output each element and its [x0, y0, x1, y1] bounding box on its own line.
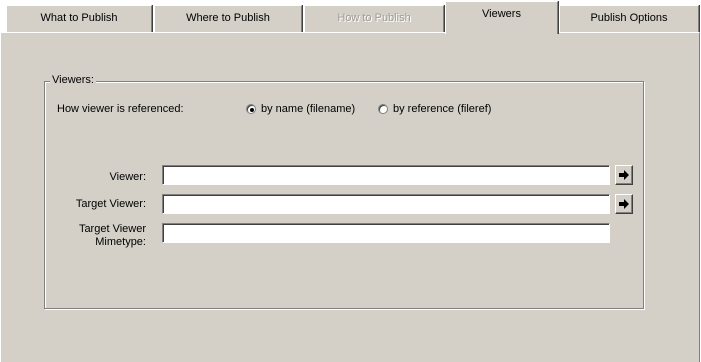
target-viewer-mimetype-label: Target Viewer Mimetype:	[45, 223, 146, 249]
radio-by-reference[interactable]: by reference (fileref)	[378, 103, 491, 115]
mimetype-label-line1: Target Viewer	[78, 223, 146, 235]
radio-by-name-indicator[interactable]	[246, 104, 256, 114]
right-arrow-icon	[619, 170, 629, 180]
target-viewer-mimetype-field[interactable]	[162, 223, 610, 243]
mimetype-label-line2: Mimetype:	[95, 236, 146, 248]
radio-by-reference-label: by reference (fileref)	[393, 103, 492, 115]
viewer-label: Viewer:	[109, 171, 146, 183]
tab-viewers[interactable]: Viewers	[445, 1, 558, 34]
radio-by-name[interactable]: by name (filename)	[246, 103, 355, 115]
viewers-group-title: Viewers:	[50, 74, 96, 86]
target-viewer-label: Target Viewer:	[75, 198, 146, 210]
viewers-groupbox: Viewers: How viewer is referenced: by na…	[44, 74, 644, 309]
tab-what-to-publish[interactable]: What to Publish	[6, 5, 152, 32]
target-viewer-field[interactable]	[162, 194, 610, 214]
tab-where-to-publish[interactable]: Where to Publish	[154, 5, 302, 32]
radio-by-reference-indicator[interactable]	[378, 104, 388, 114]
tab-how-to-publish-label: How to Publish	[337, 12, 411, 24]
viewer-field[interactable]	[162, 165, 610, 185]
viewer-browse-button[interactable]	[615, 165, 633, 185]
right-arrow-icon	[619, 199, 629, 209]
tab-strip: What to Publish Where to Publish How to …	[0, 0, 701, 34]
tab-publish-options[interactable]: Publish Options	[559, 5, 699, 32]
viewers-panel: Viewers: How viewer is referenced: by na…	[0, 32, 700, 362]
target-viewer-browse-button[interactable]	[615, 194, 633, 214]
reference-method-label: How viewer is referenced:	[57, 103, 184, 115]
radio-by-name-label: by name (filename)	[261, 103, 356, 115]
tab-how-to-publish[interactable]: How to Publish	[304, 5, 444, 32]
